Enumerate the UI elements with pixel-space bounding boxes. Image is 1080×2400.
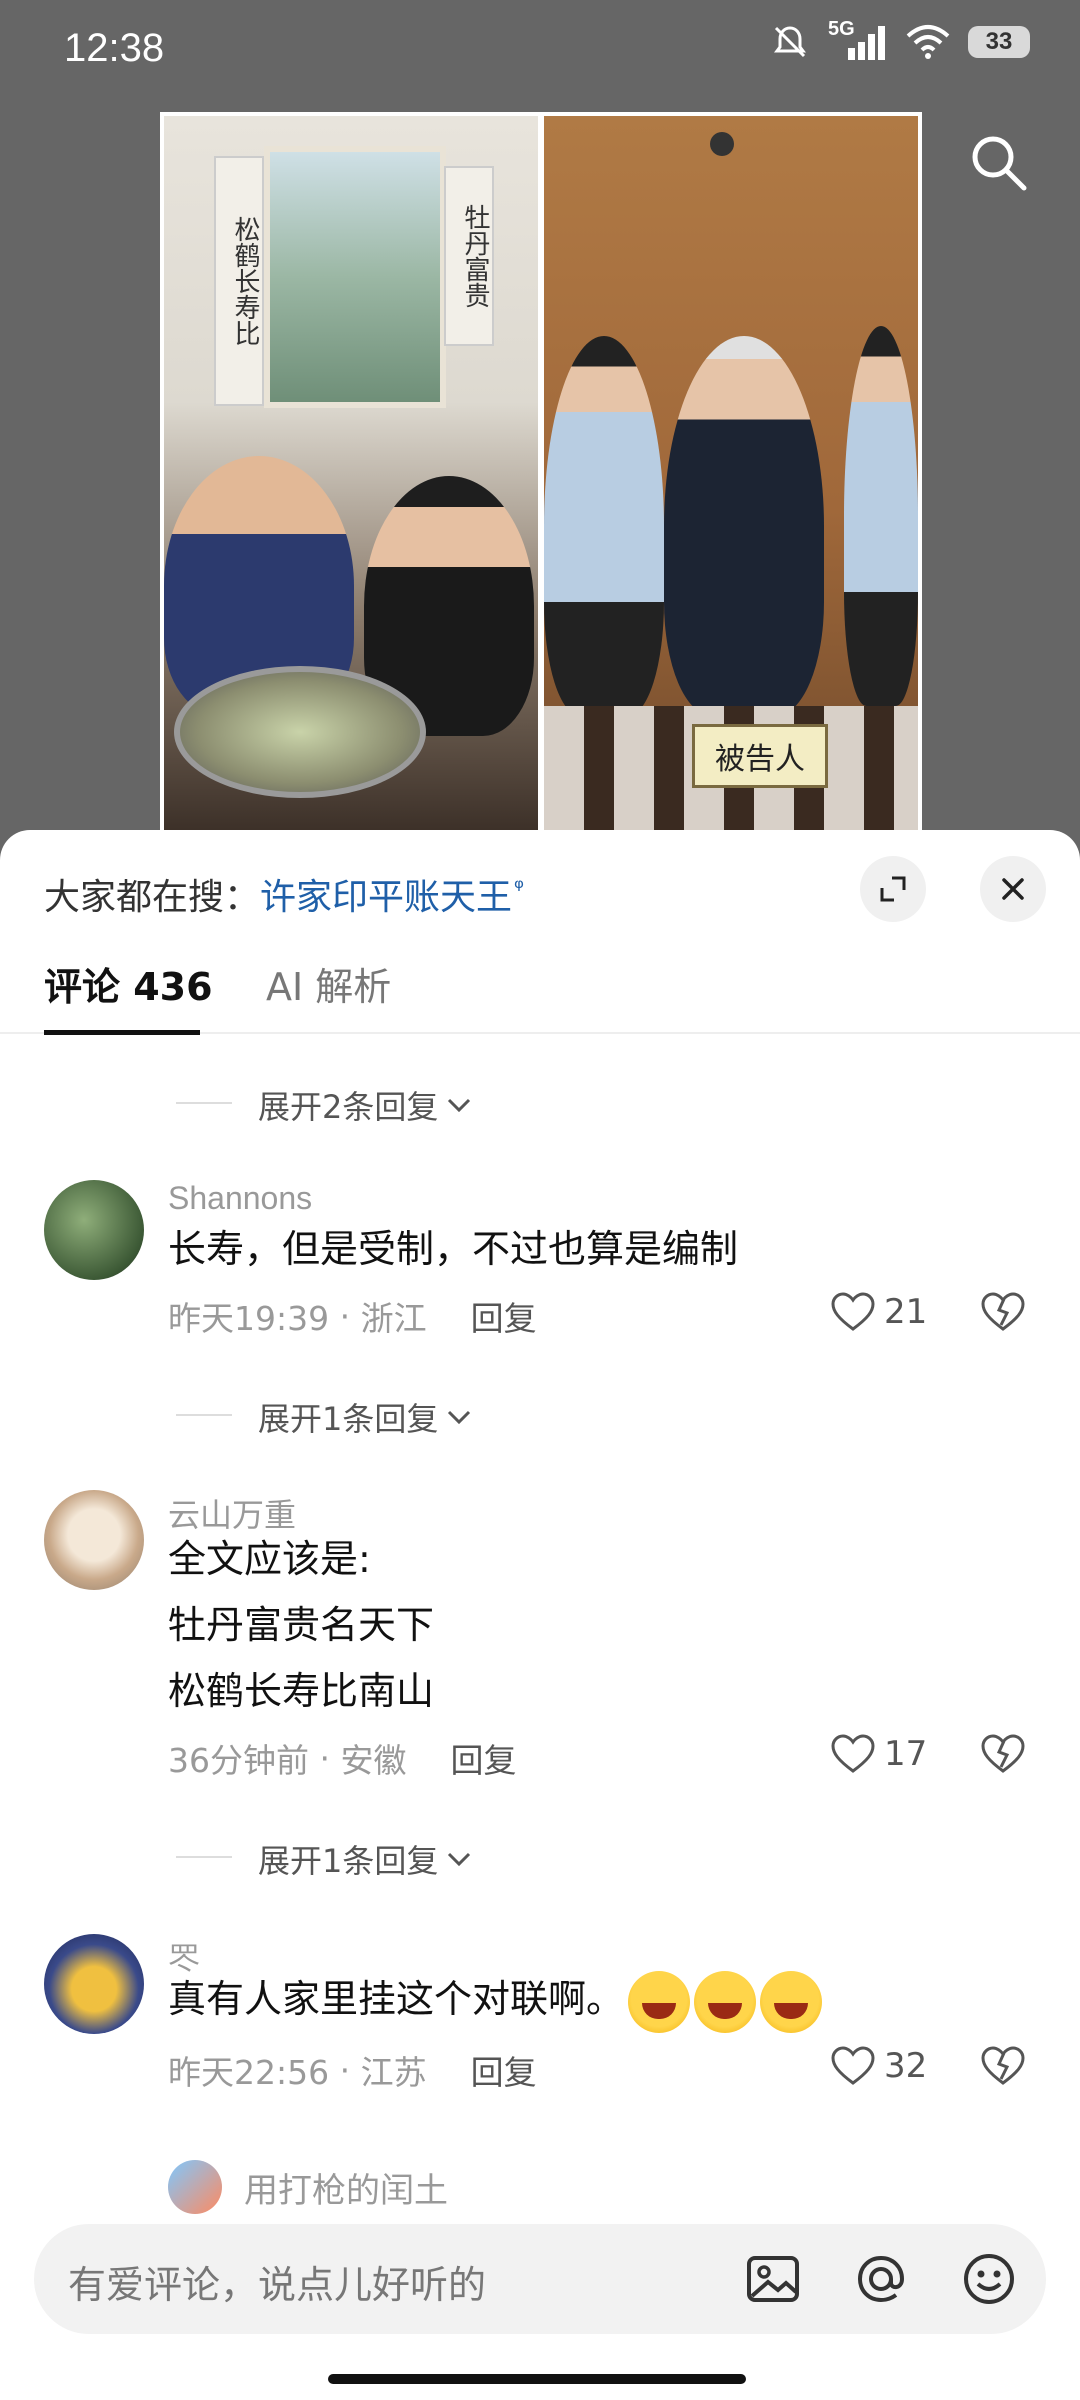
avatar[interactable] (44, 1934, 144, 2034)
like-count: 32 (884, 2046, 928, 2086)
comment-tabs: 评论 436 AI 解析 (0, 960, 1080, 1035)
status-icons: 5G 33 (770, 18, 1030, 62)
video-preview[interactable]: 松鹤长寿比 牡丹富贵 被告人 (160, 112, 922, 832)
comment-input-bar[interactable]: 有爱评论，说点儿好听的 (34, 2224, 1046, 2334)
laugh-cry-emoji (760, 1970, 823, 2033)
home-indicator (328, 2374, 746, 2384)
avatar[interactable] (44, 1180, 144, 1280)
chevron-down-icon (448, 1852, 471, 1867)
mute-bell-icon (774, 26, 806, 58)
signal-icon: 5G (828, 18, 888, 62)
expand-replies-button[interactable]: 展开1条回复 (176, 1836, 472, 1882)
avatar[interactable] (168, 2160, 222, 2214)
trending-search[interactable]: 大家都在搜：许家印平账天王ᵠ (44, 868, 524, 920)
reply-button[interactable]: 回复 (450, 1734, 516, 1782)
tab-ai-analysis[interactable]: AI 解析 (266, 960, 391, 1014)
dislike-icon[interactable] (980, 2046, 1026, 2086)
search-mini-icon: ᵠ (514, 874, 525, 902)
comment-location: 江苏 (360, 2053, 427, 2092)
comment-sheet: 大家都在搜：许家印平账天王ᵠ 评论 436 AI 解析 展开2条回复 Shann… (0, 830, 1080, 2400)
comment-username[interactable]: Shannons (168, 1180, 312, 1217)
camera-icon (710, 132, 734, 156)
guard-left-figure (544, 336, 664, 716)
status-time: 12:38 (64, 26, 165, 70)
reply-button[interactable]: 回复 (471, 2046, 537, 2094)
active-tab-indicator (44, 1030, 200, 1035)
laugh-cry-emoji (694, 1970, 757, 2033)
comment-location: 浙江 (360, 1299, 427, 1338)
comment-meta: 昨天19:39 · 浙江 回复 (168, 1292, 537, 1340)
heart-icon (831, 1734, 875, 1773)
like-count: 17 (884, 1734, 928, 1774)
comment-username[interactable]: 用打枪的闰土 (244, 2163, 448, 2212)
comment-meta: 昨天22:56 · 江苏 回复 (168, 2046, 537, 2094)
dislike-icon[interactable] (980, 1292, 1026, 1332)
comment-text: 全文应该是: 牡丹富贵名天下 松鹤长寿比南山 (168, 1537, 435, 1713)
like-button[interactable]: 21 (830, 1292, 927, 1332)
expand-replies-button[interactable]: 展开2条回复 (176, 1082, 472, 1128)
dislike-icon[interactable] (980, 1734, 1026, 1774)
trending-term[interactable]: 许家印平账天王ᵠ (260, 874, 525, 918)
like-count: 21 (884, 1292, 928, 1332)
comment-input-placeholder[interactable]: 有爱评论，说点儿好听的 (68, 2254, 486, 2309)
avatar[interactable] (44, 1490, 144, 1590)
expand-replies-button[interactable]: 展开1条回复 (176, 1394, 472, 1440)
guard-right-figure (844, 326, 918, 706)
landscape-painting (264, 146, 446, 408)
divider-line (176, 1414, 232, 1416)
soup-pot (174, 666, 426, 798)
image-icon[interactable] (744, 2250, 802, 2308)
defendant-sign: 被告人 (692, 724, 828, 788)
video-left-scene: 松鹤长寿比 牡丹富贵 (164, 116, 538, 832)
like-button[interactable]: 32 (830, 2046, 927, 2086)
defendant-figure (664, 336, 824, 716)
divider-line (176, 1102, 232, 1104)
heart-icon (831, 1292, 875, 1331)
couplet-right: 牡丹富贵 (444, 166, 494, 346)
divider-line (176, 1856, 232, 1858)
trending-label: 大家都在搜： (44, 877, 261, 918)
comment-time: 昨天19:39 (168, 1299, 330, 1338)
video-right-scene: 被告人 (544, 116, 918, 832)
wifi-icon (906, 25, 950, 59)
status-bar: 12:38 5G 33 (0, 0, 1080, 100)
search-icon[interactable] (966, 130, 1030, 194)
expand-icon (880, 876, 906, 902)
at-mention-icon[interactable] (852, 2250, 910, 2308)
comment-time: 昨天22:56 (168, 2053, 330, 2092)
couplet-left: 松鹤长寿比 (214, 156, 264, 406)
close-sheet-button[interactable] (980, 856, 1046, 922)
heart-icon (831, 2046, 875, 2085)
chevron-down-icon (448, 1098, 471, 1113)
reply-button[interactable]: 回复 (471, 1292, 537, 1340)
comment-text: 长寿，但是受制，不过也算是编制 (168, 1227, 739, 1271)
tab-comments-label: 评论 436 (44, 965, 213, 1009)
battery-icon: 33 (968, 26, 1030, 58)
tab-comments[interactable]: 评论 436 (44, 960, 213, 1035)
expand-sheet-button[interactable] (860, 856, 926, 922)
emoji-icon[interactable] (960, 2250, 1018, 2308)
comment-text: 真有人家里挂这个对联啊。 (168, 1966, 823, 2033)
comment-location: 安徽 (340, 1741, 407, 1780)
comment-meta: 36分钟前 · 安徽 回复 (168, 1734, 516, 1782)
chevron-down-icon (448, 1410, 471, 1425)
like-button[interactable]: 17 (830, 1734, 927, 1774)
close-icon (1002, 878, 1024, 900)
laugh-cry-emoji (628, 1970, 691, 2033)
comment-item-partial: 用打枪的闰土 (168, 2160, 448, 2214)
comment-time: 36分钟前 (168, 1741, 309, 1780)
